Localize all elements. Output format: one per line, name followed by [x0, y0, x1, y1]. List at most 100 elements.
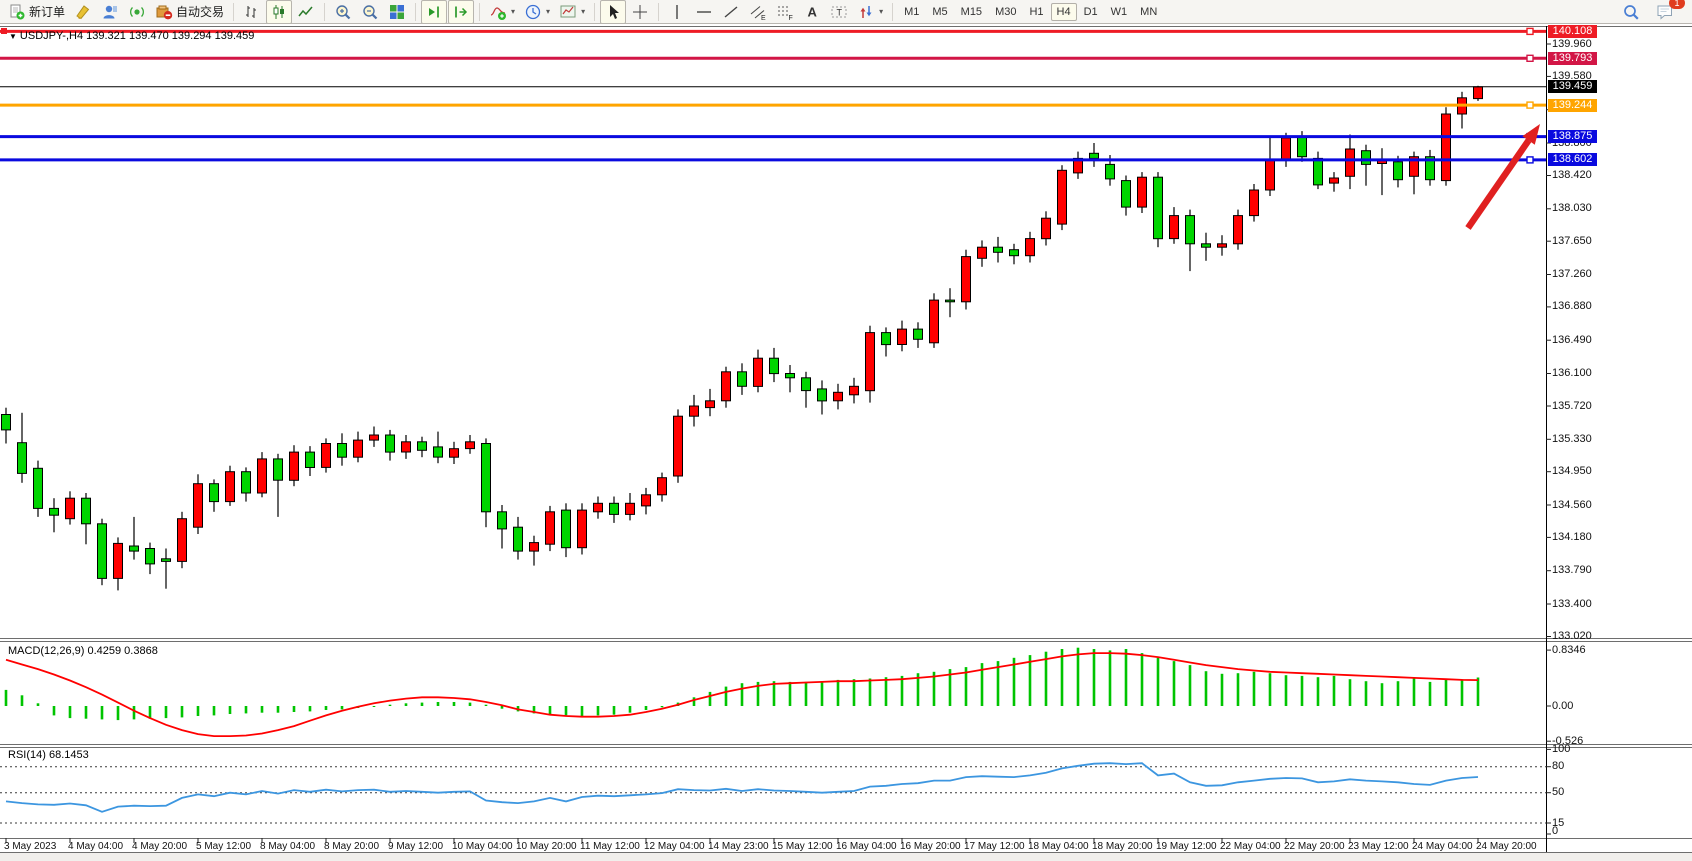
- macd-tick-label: 0.00: [1552, 700, 1573, 712]
- templates-icon: [559, 3, 577, 21]
- new-order-button[interactable]: 新订单: [4, 0, 69, 24]
- styler-button[interactable]: [70, 0, 96, 24]
- time-label: 16 May 04:00: [836, 841, 897, 852]
- time-label: 14 May 23:00: [708, 841, 769, 852]
- profile-button[interactable]: [97, 0, 123, 24]
- chart-canvas[interactable]: [0, 0, 1692, 861]
- price-badge-138.602: 138.602: [1548, 153, 1597, 166]
- search-button[interactable]: [1618, 0, 1644, 24]
- templates-button[interactable]: ▾: [555, 0, 589, 24]
- cursor-icon: [604, 3, 622, 21]
- search-icon: [1622, 3, 1640, 21]
- price-tick-label: 136.880: [1552, 300, 1592, 312]
- timeframe-M1[interactable]: M1: [898, 3, 925, 21]
- svg-text:A: A: [808, 4, 818, 19]
- trendline-button[interactable]: [718, 0, 744, 24]
- time-label: 22 May 20:00: [1284, 841, 1345, 852]
- price-tick-label: 134.180: [1552, 531, 1592, 543]
- time-label: 8 May 20:00: [324, 841, 379, 852]
- svg-text:F: F: [789, 15, 793, 21]
- price-tick-label: 135.330: [1552, 433, 1592, 445]
- time-label: 18 May 20:00: [1092, 841, 1153, 852]
- price-tick-label: 133.790: [1552, 564, 1592, 576]
- tile-windows-button[interactable]: [384, 0, 410, 24]
- autotrading-button-label: 自动交易: [176, 3, 224, 20]
- rsi-tick-label: 100: [1552, 743, 1570, 755]
- candlestick-chart-button[interactable]: [266, 0, 292, 24]
- new-order-button-label: 新订单: [29, 3, 65, 20]
- chevron-down-icon: ▾: [546, 7, 550, 16]
- rsi-tick-label: 0: [1552, 825, 1558, 837]
- price-tick-label: 134.950: [1552, 465, 1592, 477]
- autotrading-button[interactable]: 自动交易: [151, 0, 228, 24]
- line-left-handle[interactable]: [1, 28, 7, 34]
- broadcast-button[interactable]: [124, 0, 150, 24]
- chart-title-collapse-icon[interactable]: ▼: [9, 32, 17, 41]
- time-label: 8 May 04:00: [260, 841, 315, 852]
- hline-handle[interactable]: [1527, 157, 1533, 163]
- toolbar-separator: [658, 3, 659, 21]
- vertical-line-button[interactable]: [664, 0, 690, 24]
- chart-window[interactable]: ▼USDJPY-,H4 139.321 139.470 139.294 139.…: [0, 0, 1692, 861]
- main-toolbar: 新订单 自动交易 ▾ ▾ ▾ E F A T ▾ M1M5M15M30H1H4D1W1MN 1: [0, 0, 1692, 24]
- crosshair-button[interactable]: [627, 0, 653, 24]
- fibo-icon: F: [776, 3, 794, 21]
- hline-handle[interactable]: [1527, 55, 1533, 61]
- price-tick-label: 136.100: [1552, 367, 1592, 379]
- price-badge-139.459: 139.459: [1548, 80, 1597, 93]
- linechart-icon: [297, 3, 315, 21]
- timeframe-M30[interactable]: M30: [989, 3, 1022, 21]
- chat-button[interactable]: 1: [1652, 0, 1678, 24]
- bar-chart-button[interactable]: [239, 0, 265, 24]
- arrows-button[interactable]: ▾: [853, 0, 887, 24]
- text-button[interactable]: A: [799, 0, 825, 24]
- zoom-out-icon: [361, 3, 379, 21]
- broadcast-icon: [128, 3, 146, 21]
- zoom-out-button[interactable]: [357, 0, 383, 24]
- hline-handle[interactable]: [1527, 102, 1533, 108]
- svg-text:T: T: [837, 7, 843, 17]
- hline-icon: [695, 3, 713, 21]
- new-order-icon: [8, 3, 26, 21]
- timeframe-D1[interactable]: D1: [1078, 3, 1104, 21]
- price-tick-label: 138.030: [1552, 202, 1592, 214]
- zoom-in-button[interactable]: [330, 0, 356, 24]
- autotrade-icon: [155, 3, 173, 21]
- bars-icon: [243, 3, 261, 21]
- chart-title: ▼USDJPY-,H4 139.321 139.470 139.294 139.…: [9, 30, 254, 42]
- auto-scroll-button[interactable]: [421, 0, 447, 24]
- timeframe-M15[interactable]: M15: [955, 3, 988, 21]
- rsi-tick-label: 50: [1552, 786, 1564, 798]
- indicators-button[interactable]: ▾: [485, 0, 519, 24]
- periods-button[interactable]: ▾: [520, 0, 554, 24]
- timeframe-M5[interactable]: M5: [926, 3, 953, 21]
- cursor-button[interactable]: [600, 0, 626, 24]
- time-label: 5 May 12:00: [196, 841, 251, 852]
- text-icon: A: [803, 3, 821, 21]
- time-label: 9 May 12:00: [388, 841, 443, 852]
- timeframe-W1[interactable]: W1: [1105, 3, 1134, 21]
- toolbar-separator: [233, 3, 234, 21]
- timeframe-MN[interactable]: MN: [1134, 3, 1163, 21]
- fibonacci-button[interactable]: F: [772, 0, 798, 24]
- channel-icon: E: [749, 3, 767, 21]
- time-label: 3 May 2023: [4, 841, 56, 852]
- styler-icon: [74, 3, 92, 21]
- tiles-icon: [388, 3, 406, 21]
- timeframe-H1[interactable]: H1: [1023, 3, 1049, 21]
- chart-shift-button[interactable]: [448, 0, 474, 24]
- channel-button[interactable]: E: [745, 0, 771, 24]
- time-label: 24 May 20:00: [1476, 841, 1537, 852]
- horizontal-line-button[interactable]: [691, 0, 717, 24]
- time-label: 10 May 20:00: [516, 841, 577, 852]
- toolbar-separator: [479, 3, 480, 21]
- time-label: 23 May 12:00: [1348, 841, 1409, 852]
- time-label: 24 May 04:00: [1412, 841, 1473, 852]
- timeframe-H4[interactable]: H4: [1051, 3, 1077, 21]
- macd-tick-label: 0.8346: [1552, 644, 1586, 656]
- price-tick-label: 137.260: [1552, 268, 1592, 280]
- text-label-button[interactable]: T: [826, 0, 852, 24]
- line-chart-button[interactable]: [293, 0, 319, 24]
- chartshift-icon: [452, 3, 470, 21]
- hline-handle[interactable]: [1527, 28, 1533, 34]
